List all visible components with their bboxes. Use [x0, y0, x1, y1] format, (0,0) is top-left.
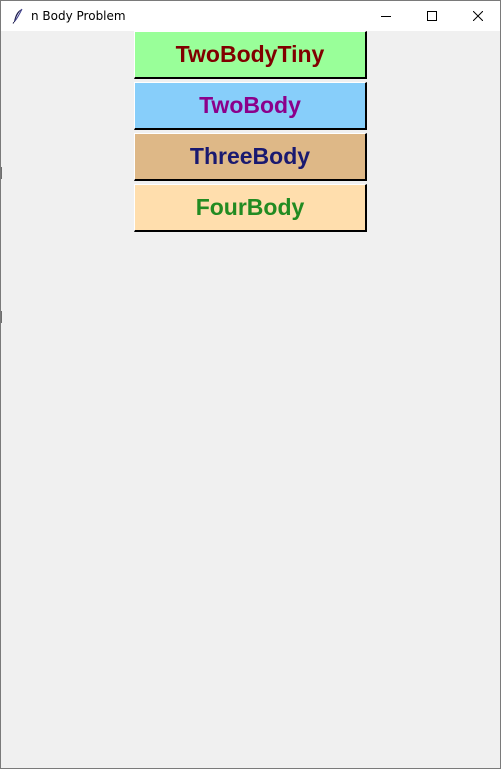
- edge-artifact: [1, 311, 2, 323]
- close-button[interactable]: [455, 1, 501, 31]
- minimize-button[interactable]: [363, 1, 409, 31]
- twobody-button[interactable]: TwoBody: [134, 82, 367, 130]
- feather-icon: [11, 8, 25, 24]
- fourbody-button[interactable]: FourBody: [134, 184, 367, 232]
- app-window: n Body Problem TwoBodyTiny TwoBody Three…: [0, 0, 501, 769]
- maximize-button[interactable]: [409, 1, 455, 31]
- edge-artifact: [1, 167, 2, 179]
- threebody-button[interactable]: ThreeBody: [134, 133, 367, 181]
- twobodytiny-button[interactable]: TwoBodyTiny: [134, 31, 367, 79]
- close-icon: [473, 11, 483, 21]
- maximize-icon: [427, 11, 437, 21]
- title-bar[interactable]: n Body Problem: [1, 1, 500, 31]
- client-area: TwoBodyTiny TwoBody ThreeBody FourBody: [1, 31, 500, 768]
- minimize-icon: [381, 11, 391, 21]
- window-title: n Body Problem: [31, 9, 126, 23]
